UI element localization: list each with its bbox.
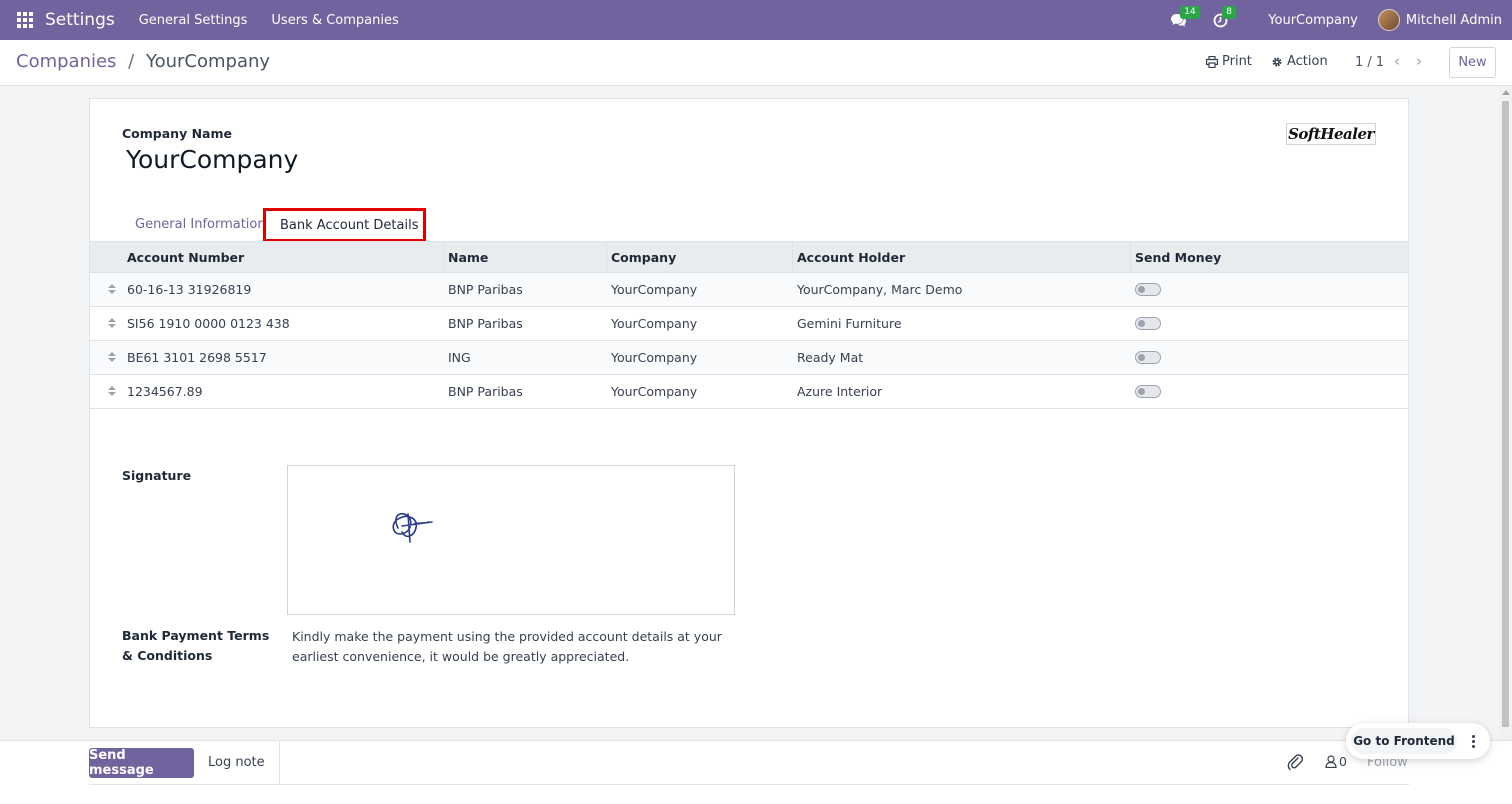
- followers-button[interactable]: 0: [1325, 754, 1347, 769]
- column-account-holder[interactable]: Account Holder: [793, 242, 905, 273]
- menu-users-companies[interactable]: Users & Companies: [271, 13, 398, 28]
- bank-terms-text[interactable]: Kindly make the payment using the provid…: [292, 627, 722, 667]
- cell-company: YourCompany: [611, 350, 698, 365]
- column-send-money[interactable]: Send Money: [1131, 242, 1221, 273]
- apps-menu-icon[interactable]: [17, 12, 33, 28]
- drag-handle-icon[interactable]: [108, 317, 116, 330]
- activities-badge: 8: [1222, 6, 1237, 19]
- company-switcher[interactable]: YourCompany: [1268, 13, 1358, 28]
- messages-button[interactable]: 14: [1168, 6, 1200, 30]
- column-account-number[interactable]: Account Number: [123, 242, 244, 273]
- user-icon: [1325, 755, 1337, 768]
- signature-image: [392, 512, 433, 543]
- cell-company: YourCompany: [611, 282, 698, 297]
- pager-next-icon[interactable]: ›: [1416, 52, 1422, 70]
- bank-terms-label: Bank Payment Terms & Conditions: [122, 628, 270, 663]
- user-avatar[interactable]: [1377, 9, 1400, 31]
- table-row[interactable]: 1234567.89 BNP Paribas YourCompany Azure…: [90, 375, 1408, 409]
- table-body: 60-16-13 31926819 BNP Paribas YourCompan…: [90, 273, 1408, 409]
- user-menu[interactable]: Mitchell Admin: [1406, 13, 1502, 28]
- new-button[interactable]: New: [1449, 47, 1496, 78]
- tab-highlight-box: [263, 208, 426, 242]
- table-row[interactable]: BE61 3101 2698 5517 ING YourCompany Read…: [90, 341, 1408, 375]
- chatter-bar: Send message Log note 0 Follow: [0, 740, 1512, 804]
- cell-name: BNP Paribas: [448, 316, 523, 331]
- cell-account-holder: Gemini Furniture: [797, 316, 902, 331]
- pager-previous-icon[interactable]: ‹: [1394, 52, 1400, 70]
- frontend-widget: Go to Frontend: [1346, 723, 1490, 759]
- menu-general-settings[interactable]: General Settings: [139, 13, 248, 28]
- tab-general-information[interactable]: General Information: [135, 208, 266, 241]
- table-row[interactable]: SI56 1910 0000 0123 438 BNP Paribas Your…: [90, 307, 1408, 341]
- control-panel: Companies / YourCompany Print Action 1 /…: [0, 40, 1512, 86]
- company-logo[interactable]: SoftHealer: [1286, 123, 1376, 145]
- app-name[interactable]: Settings: [45, 10, 115, 30]
- company-name-label: Company Name: [122, 126, 232, 141]
- scroll-up-icon[interactable]: [1502, 90, 1510, 95]
- cell-name: ING: [448, 350, 471, 365]
- cell-name: BNP Paribas: [448, 384, 523, 399]
- cell-name: BNP Paribas: [448, 282, 523, 297]
- top-navbar: Settings General Settings Users & Compan…: [0, 0, 1512, 40]
- cell-account-number: 1234567.89: [127, 384, 203, 399]
- cell-account-holder: Azure Interior: [797, 384, 883, 399]
- chatter-separator: [89, 784, 1409, 785]
- breadcrumb: Companies / YourCompany: [16, 51, 270, 72]
- cell-account-holder: YourCompany, Marc Demo: [797, 282, 963, 297]
- scroll-thumb[interactable]: [1502, 101, 1509, 727]
- table-row[interactable]: 60-16-13 31926819 BNP Paribas YourCompan…: [90, 273, 1408, 307]
- send-money-toggle[interactable]: [1135, 317, 1161, 330]
- send-money-toggle[interactable]: [1135, 351, 1161, 364]
- chatter-divider: [279, 741, 280, 785]
- messages-badge: 14: [1180, 6, 1200, 19]
- page-scrollbar[interactable]: [1499, 86, 1512, 804]
- activities-button[interactable]: 8: [1210, 6, 1237, 30]
- form-sheet: Company Name YourCompany SoftHealer Gene…: [89, 98, 1409, 728]
- column-company[interactable]: Company: [607, 242, 676, 273]
- drag-handle-icon[interactable]: [108, 385, 116, 398]
- drag-handle-icon[interactable]: [108, 351, 116, 364]
- signature-field[interactable]: [287, 465, 735, 615]
- breadcrumb-separator: /: [128, 51, 135, 72]
- log-note-button[interactable]: Log note: [208, 755, 265, 770]
- drag-handle-icon[interactable]: [108, 283, 116, 296]
- followers-count: 0: [1339, 754, 1347, 769]
- column-name[interactable]: Name: [444, 242, 488, 273]
- action-button[interactable]: Action: [1271, 54, 1328, 69]
- cell-company: YourCompany: [611, 316, 698, 331]
- paperclip-icon[interactable]: [1287, 753, 1303, 771]
- send-money-toggle[interactable]: [1135, 283, 1161, 296]
- table-header: Account Number Name Company Account Hold…: [90, 241, 1408, 273]
- send-money-toggle[interactable]: [1135, 385, 1161, 398]
- breadcrumb-current: YourCompany: [145, 51, 271, 72]
- print-button[interactable]: Print: [1206, 54, 1252, 69]
- cell-account-number: 60-16-13 31926819: [127, 282, 252, 297]
- cell-account-holder: Ready Mat: [797, 350, 864, 365]
- pager-value[interactable]: 1 / 1: [1355, 55, 1384, 70]
- more-options-icon[interactable]: [1462, 728, 1484, 754]
- company-name-field[interactable]: YourCompany: [126, 145, 298, 174]
- printer-icon: [1206, 55, 1218, 68]
- cell-account-number: SI56 1910 0000 0123 438: [127, 316, 290, 331]
- go-to-frontend-button[interactable]: Go to Frontend: [1351, 728, 1457, 754]
- action-label: Action: [1287, 54, 1328, 69]
- breadcrumb-companies[interactable]: Companies: [16, 51, 116, 72]
- gear-icon: [1272, 57, 1282, 66]
- send-message-button[interactable]: Send message: [89, 748, 194, 778]
- print-label: Print: [1222, 54, 1252, 69]
- bank-accounts-table: Account Number Name Company Account Hold…: [90, 241, 1408, 409]
- cell-company: YourCompany: [611, 384, 698, 399]
- signature-label: Signature: [122, 468, 192, 483]
- cell-account-number: BE61 3101 2698 5517: [127, 350, 267, 365]
